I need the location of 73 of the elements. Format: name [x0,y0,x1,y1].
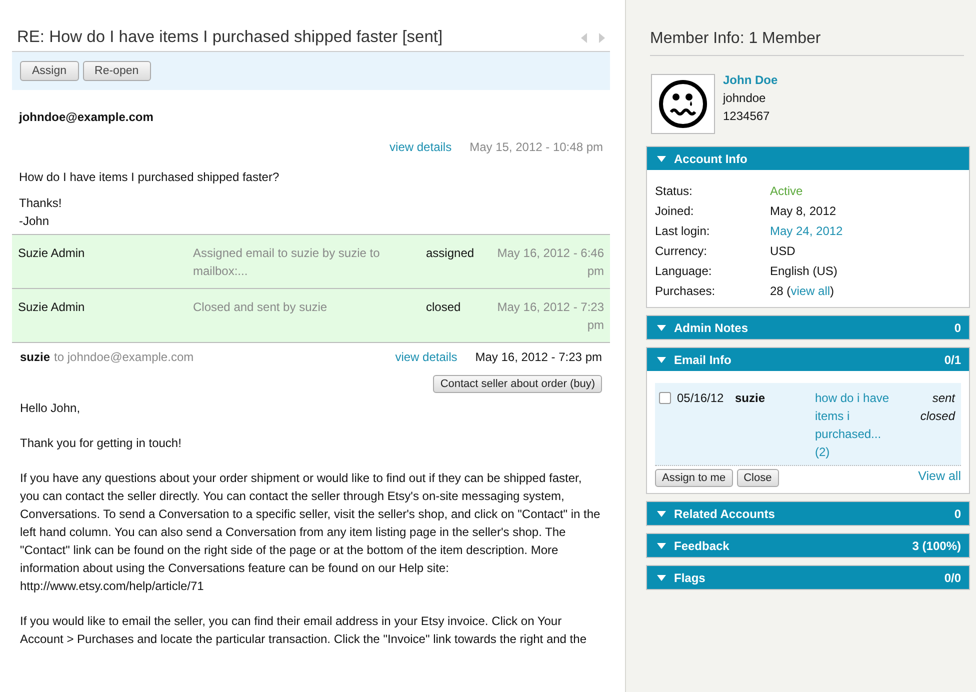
email-subject-link[interactable]: how do i have items i purchased... (2) [815,389,895,461]
email-action-button[interactable]: Assign to me [655,469,733,487]
field-value: May 8, 2012 [770,203,838,220]
panel-count: 0 [954,506,961,520]
email-state: closed [920,408,955,425]
triangle-down-icon [657,542,666,548]
message-paragraph: Hello John, [20,400,82,417]
contact-seller-button[interactable]: Contact seller about order (buy) [433,375,602,393]
field-value: USD [770,243,796,260]
panel-header[interactable]: Email Info 0/1 [647,348,969,371]
sender-name: suzie [20,350,50,364]
event-time: May 16, 2012 - 7:23 pm [496,299,604,334]
action-button[interactable]: Assign [20,61,79,81]
field-value-link[interactable]: May 24, 2012 [770,221,961,241]
panel-header[interactable]: Admin Notes 0 [647,316,969,339]
next-arrow-icon[interactable] [598,32,606,42]
thread-title: RE: How do I have items I purchased shipped faster [sent] [17,28,444,47]
field-label: Status: [655,183,694,200]
view-all-link[interactable]: view all [790,284,830,298]
field-label: Last login: [655,223,711,240]
member-username: johndoe [723,90,767,107]
triangle-down-icon [657,574,666,580]
message-time: May 15, 2012 - 10:48 pm [470,140,603,154]
event-actor: Suzie Admin [18,299,86,316]
field-value: 28 ( [770,284,791,298]
email-action-button[interactable]: Close [736,469,779,487]
member-info-title: Member Info: 1 Member [650,30,964,56]
sad-face-icon [658,79,708,129]
field-label: Language: [655,263,713,280]
field-label: Currency: [655,243,708,260]
checkbox[interactable] [659,392,671,404]
previous-arrow-icon[interactable] [580,32,588,42]
panel-header[interactable]: Related Accounts 0 [647,502,969,525]
panel-count: 0/1 [944,352,961,366]
email-date: 05/16/12 [677,390,725,407]
panel-count: 0/0 [944,570,961,584]
member-id: 1234567 [723,108,771,125]
field-value-suffix: ) [830,284,834,298]
field-label: Joined: [655,203,695,220]
panel-count: 3 (100%) [912,538,961,552]
email-sender: suzie [735,390,766,407]
view-details-link[interactable]: view details [390,140,452,154]
event-description: Closed and sent by suzie [193,299,328,316]
message-paragraph: Thanks! -John [19,195,63,230]
field-label: Purchases: [655,283,716,300]
triangle-down-icon [657,156,666,162]
action-button[interactable]: Re-open [82,61,151,81]
panel-header[interactable]: Feedback 3 (100%) [647,534,969,557]
view-details-link[interactable]: view details [395,350,458,364]
message-paragraph: If you have any questions about your order shipment or would like to find out if they can be shipped faster, you can contact the seller directly. You can contact the seller through Etsy's on-site messaging system, Conversations. To send a Conversation to a specific seller, visit the seller's shop, and click on "Contact" in the left hand column. You can also send a Conversation from any item listing page in the seller's shop. The "Contact" link can be found on the right side of the page or at the bottom of the item description. More information about using the Conversations feature can be found on our Help site: http://www.etsy.com/help/article/71 [20,470,602,595]
triangle-down-icon [657,324,666,330]
event-status: assigned [426,245,476,262]
panel-count: 0 [954,320,961,334]
panel-header[interactable]: Account Info [647,147,969,170]
event-description: Assigned email to suzie by suzie to mailbox:... [193,245,381,280]
field-value: Active [770,183,804,200]
triangle-down-icon [657,510,666,516]
event-status: closed [426,299,462,316]
email-row[interactable]: 05/16/12 suzie how do i have items i purchased... (2) sent closed [655,383,961,466]
field-value: English (US) [770,263,838,280]
message-paragraph: If you would like to email the seller, you can find their email address in your Etsy invoice. Click on Your Account > Purchases and locate the particular transaction. Click the "Invoice" link towards the right and the [20,613,588,648]
triangle-down-icon [657,356,666,362]
recipient-email: to johndoe@example.com [54,350,194,364]
message-paragraph: How do I have items I purchased shipped faster? [19,169,280,186]
view-all-link[interactable]: View all [918,469,961,483]
event-actor: Suzie Admin [18,245,86,262]
email-state: sent [932,390,955,407]
member-name-link[interactable]: John Doe [723,71,778,89]
sender-email: johndoe@example.com [19,110,154,124]
event-time: May 16, 2012 - 6:46 pm [496,245,604,280]
message-paragraph: Thank you for getting in touch! [20,435,182,452]
panel-header[interactable]: Flags 0/0 [647,566,969,589]
message-time: May 16, 2012 - 7:23 pm [475,350,602,364]
